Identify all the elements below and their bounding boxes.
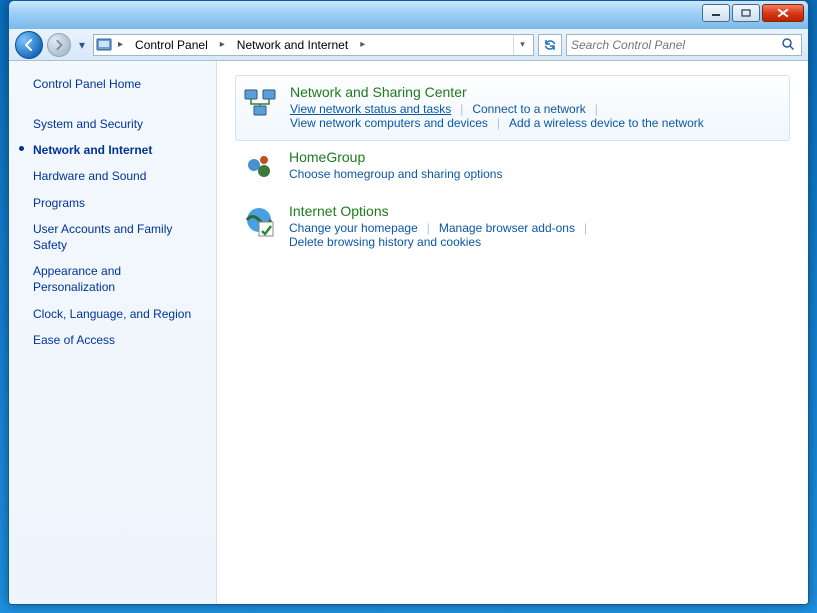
sidebar-item[interactable]: User Accounts and Family Safety bbox=[33, 216, 206, 258]
breadcrumb-chevron-icon[interactable]: ▸ bbox=[114, 39, 127, 50]
titlebar bbox=[9, 1, 808, 29]
category: Network and Sharing Center View network s… bbox=[235, 75, 790, 141]
sidebar-item[interactable]: Network and Internet bbox=[33, 137, 206, 163]
category-icon bbox=[240, 84, 280, 130]
category-link[interactable]: View network status and tasks bbox=[290, 102, 451, 116]
category-body: Internet OptionsChange your homepage|Man… bbox=[289, 203, 786, 249]
forward-button[interactable] bbox=[47, 33, 71, 57]
search-box[interactable] bbox=[566, 34, 802, 56]
sidebar-item[interactable]: Ease of Access bbox=[33, 327, 206, 353]
control-panel-icon bbox=[96, 37, 112, 53]
search-input[interactable] bbox=[571, 38, 781, 52]
category-title[interactable]: Internet Options bbox=[289, 203, 786, 219]
main-panel: Network and Sharing Center View network s… bbox=[217, 61, 808, 604]
breadcrumb-root[interactable]: Control Panel bbox=[129, 35, 214, 55]
category-links: Choose homegroup and sharing options bbox=[289, 167, 786, 181]
category: Internet OptionsChange your homepage|Man… bbox=[235, 195, 790, 259]
maximize-button[interactable] bbox=[732, 4, 760, 22]
breadcrumb-current[interactable]: Network and Internet bbox=[231, 35, 354, 55]
back-button[interactable] bbox=[15, 31, 43, 59]
category-icon bbox=[239, 149, 279, 185]
category-icon bbox=[239, 203, 279, 249]
category-links: Change your homepage|Manage browser add-… bbox=[289, 221, 786, 249]
link-separator: | bbox=[451, 102, 472, 116]
category: HomeGroup Choose homegroup and sharing op… bbox=[235, 141, 790, 195]
refresh-button[interactable] bbox=[538, 34, 562, 56]
search-icon[interactable] bbox=[781, 37, 797, 53]
body: Control Panel Home System and SecurityNe… bbox=[9, 61, 808, 604]
sidebar-home[interactable]: Control Panel Home bbox=[33, 77, 206, 91]
minimize-button[interactable] bbox=[702, 4, 730, 22]
address-bar[interactable]: ▸ Control Panel ▸ Network and Internet ▸… bbox=[93, 34, 534, 56]
window: ▾ ▸ Control Panel ▸ Network and Internet… bbox=[8, 0, 809, 605]
window-controls bbox=[700, 4, 804, 22]
link-separator: | bbox=[488, 116, 509, 130]
address-dropdown-icon[interactable]: ▾ bbox=[513, 35, 531, 55]
address-row: ▾ ▸ Control Panel ▸ Network and Internet… bbox=[9, 29, 808, 61]
category-title[interactable]: Network and Sharing Center bbox=[290, 84, 785, 100]
breadcrumb-chevron-icon[interactable]: ▸ bbox=[356, 39, 369, 50]
sidebar-item[interactable]: System and Security bbox=[33, 111, 206, 137]
category-link[interactable]: Choose homegroup and sharing options bbox=[289, 167, 502, 181]
sidebar: Control Panel Home System and SecurityNe… bbox=[9, 61, 217, 604]
category-link[interactable]: Manage browser add-ons bbox=[439, 221, 575, 235]
category-body: HomeGroup Choose homegroup and sharing op… bbox=[289, 149, 786, 185]
breadcrumb-chevron-icon[interactable]: ▸ bbox=[216, 39, 229, 50]
sidebar-item[interactable]: Programs bbox=[33, 190, 206, 216]
link-separator: | bbox=[586, 102, 607, 116]
category-title[interactable]: HomeGroup bbox=[289, 149, 786, 165]
link-separator: | bbox=[418, 221, 439, 235]
category-links: View network status and tasks|Connect to… bbox=[290, 102, 785, 130]
category-link[interactable]: Delete browsing history and cookies bbox=[289, 235, 481, 249]
sidebar-item[interactable]: Clock, Language, and Region bbox=[33, 301, 206, 327]
category-link[interactable]: Connect to a network bbox=[472, 102, 585, 116]
category-link[interactable]: Change your homepage bbox=[289, 221, 418, 235]
close-button[interactable] bbox=[762, 4, 804, 22]
link-separator: | bbox=[575, 221, 596, 235]
category-body: Network and Sharing Center View network s… bbox=[290, 84, 785, 130]
category-link[interactable]: View network computers and devices bbox=[290, 116, 488, 130]
sidebar-list: System and SecurityNetwork and InternetH… bbox=[33, 111, 206, 353]
sidebar-item[interactable]: Hardware and Sound bbox=[33, 163, 206, 189]
category-link[interactable]: Add a wireless device to the network bbox=[509, 116, 704, 130]
sidebar-item[interactable]: Appearance and Personalization bbox=[33, 258, 206, 300]
recent-pages-chevron-icon[interactable]: ▾ bbox=[75, 36, 89, 54]
